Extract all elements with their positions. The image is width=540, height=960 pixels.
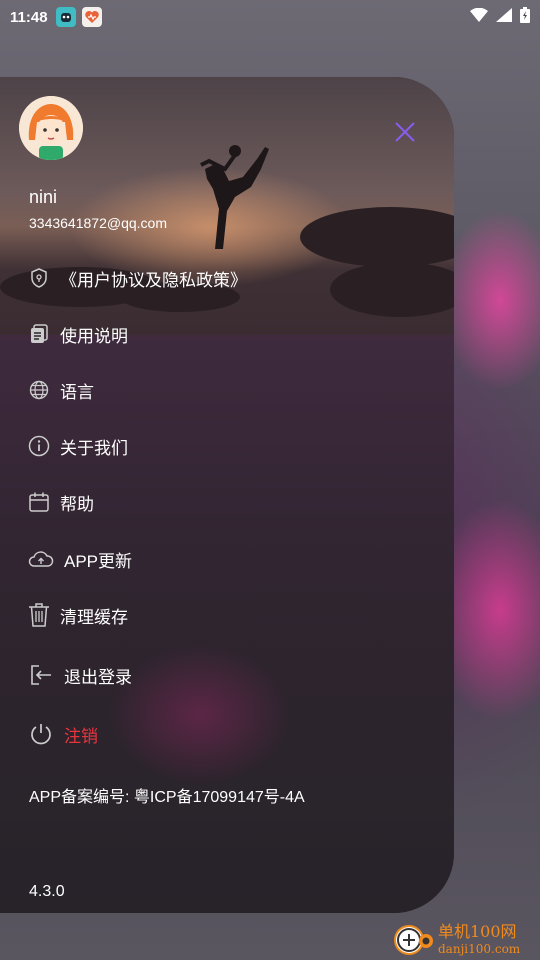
battery-icon [520,7,530,27]
username: nini [29,187,58,207]
calendar-icon [28,491,50,513]
watermark-title: 单机100网 [438,921,517,941]
status-bar: 11:48 [0,0,540,34]
menu-item-clear-cache[interactable]: 清理缓存 [28,600,128,630]
navigation-drawer: nini 3343641872@qq.com 《用户协议及隐私政策》 使用说明 … [0,77,454,913]
menu-item-app-update[interactable]: APP更新 [28,544,132,574]
user-email: 3343641872@qq.com [29,215,167,231]
menu-item-help[interactable]: 帮助 [28,487,94,517]
menu-item-privacy-policy[interactable]: 《用户协议及隐私政策》 [28,263,247,293]
status-time: 11:48 [10,8,48,26]
close-icon [395,122,415,142]
document-icon [28,323,50,345]
menu-item-label: 注销 [64,726,98,746]
menu-item-logout[interactable]: 退出登录 [28,660,132,690]
menu-item-deactivate-account[interactable]: 注销 [28,719,98,749]
cloud-upload-icon [28,548,54,570]
wifi-icon [470,7,488,26]
menu-item-label: APP更新 [64,551,133,571]
globe-icon [28,379,50,401]
menu-item-instructions[interactable]: 使用说明 [28,319,128,349]
watermark-logo-icon [390,919,436,959]
menu-item-label: 退出登录 [64,667,132,687]
info-icon [28,435,50,457]
avatar[interactable] [19,96,83,160]
logout-icon [28,664,54,686]
power-icon [28,723,54,745]
shield-icon [28,267,50,289]
menu-item-about-us[interactable]: 关于我们 [28,431,128,461]
site-watermark: 单机100网 danji100.com [390,918,540,960]
menu-item-label: 使用说明 [60,326,128,346]
app-version: 4.3.0 [29,883,65,900]
close-button[interactable] [390,117,420,147]
menu-item-language[interactable]: 语言 [28,375,94,405]
signal-icon [496,8,512,26]
icp-record-number: APP备案编号: 粤ICP备17099147号-4A [29,789,305,806]
robot-app-icon [55,7,76,27]
menu-item-label: 清理缓存 [60,607,128,627]
trash-icon [28,603,50,627]
menu-item-label: 关于我们 [60,438,128,458]
heart-app-icon [81,7,102,27]
menu-item-label: 《用户协议及隐私政策》 [60,270,247,290]
menu-item-label: 语言 [60,382,94,402]
watermark-url: danji100.com [438,941,521,956]
menu-item-label: 帮助 [60,494,94,514]
